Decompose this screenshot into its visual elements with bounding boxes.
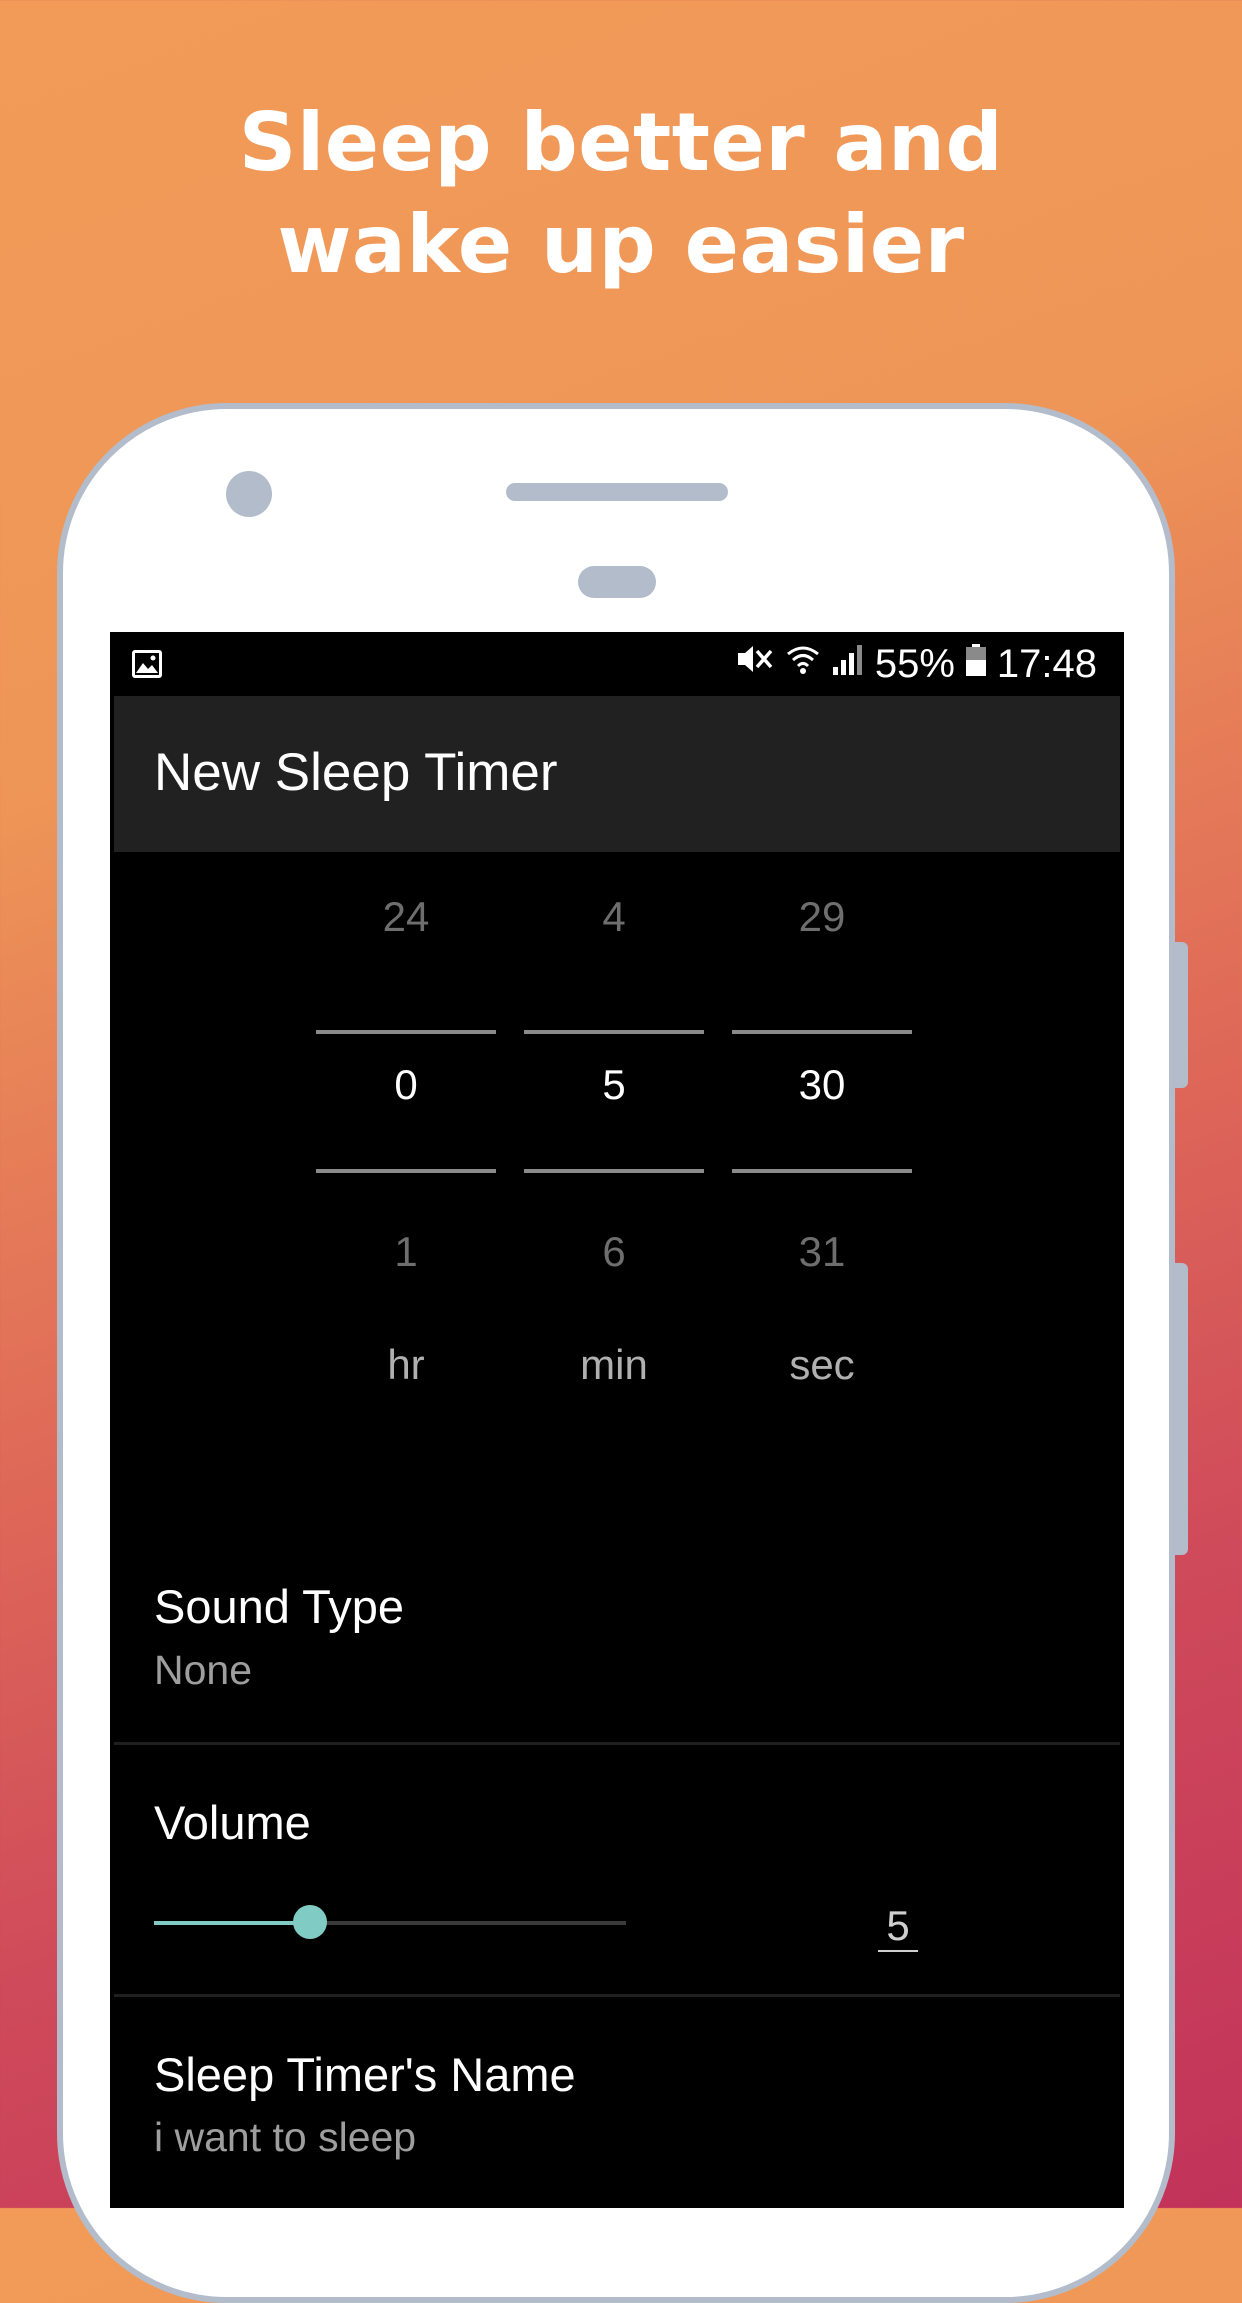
phone-screen: 55% 17:48 New Sleep Timer 24 0 1 hr 4 5 … [110,632,1124,2208]
volume-slider[interactable] [154,1905,626,1939]
timer-name-value: i want to sleep [154,2114,417,2160]
seconds-next-value[interactable]: 31 [732,1227,912,1277]
status-time: 17:48 [996,641,1097,686]
page-title: New Sleep Timer [154,743,558,802]
volume-value-field[interactable]: 5 [878,1902,918,1952]
seconds-unit-label: sec [789,1341,855,1388]
status-icons: 55% 17:48 [735,632,1097,696]
timer-name-title: Sleep Timer's Name [154,2048,576,2101]
headline-line-1: Sleep better and [238,96,1004,189]
minutes-unit-label: min [580,1341,648,1388]
status-bar: 55% 17:48 [110,632,1124,696]
hours-next-value[interactable]: 1 [316,1227,496,1277]
hours-picker-bottom-line [316,1169,496,1173]
divider [114,1742,1120,1745]
hours-current-value[interactable]: 0 [316,1060,496,1110]
minutes-picker-bottom-line [524,1169,704,1173]
battery-percent: 55% [874,641,955,686]
seconds-prev-value[interactable]: 29 [732,892,912,942]
phone-side-button-lower [1175,1263,1188,1555]
minutes-next-value[interactable]: 6 [524,1227,704,1277]
minutes-picker[interactable]: 4 5 6 min [524,852,704,1412]
headline-line-2: wake up easier [277,198,965,291]
hours-unit-label: hr [387,1341,425,1388]
sound-type-title: Sound Type [154,1580,405,1633]
earpiece-speaker [506,483,728,501]
wifi-icon [785,641,821,687]
sound-type-value: None [154,1647,253,1693]
seconds-picker-bottom-line [732,1169,912,1173]
volume-slider-fill [154,1921,310,1925]
image-icon [131,649,163,679]
minutes-current-value[interactable]: 5 [524,1060,704,1110]
minutes-picker-top-line [524,1030,704,1034]
minutes-prev-value[interactable]: 4 [524,892,704,942]
seconds-picker-top-line [732,1030,912,1034]
mute-icon [735,641,775,687]
hours-prev-value[interactable]: 24 [316,892,496,942]
seconds-picker[interactable]: 29 30 31 sec [732,852,912,1412]
volume-title: Volume [154,1796,311,1849]
divider [114,1994,1120,1997]
app-bar: New Sleep Timer [114,696,1120,852]
battery-icon [965,642,987,687]
hours-picker-top-line [316,1030,496,1034]
seconds-current-value[interactable]: 30 [732,1060,912,1110]
volume-slider-thumb[interactable] [292,1905,327,1939]
promo-headline: Sleep better and wake up easier [0,92,1242,296]
proximity-sensor [578,566,656,598]
phone-side-button-upper [1175,942,1188,1088]
front-camera [226,471,272,517]
hours-picker[interactable]: 24 0 1 hr [316,852,496,1412]
signal-icon [831,642,865,687]
